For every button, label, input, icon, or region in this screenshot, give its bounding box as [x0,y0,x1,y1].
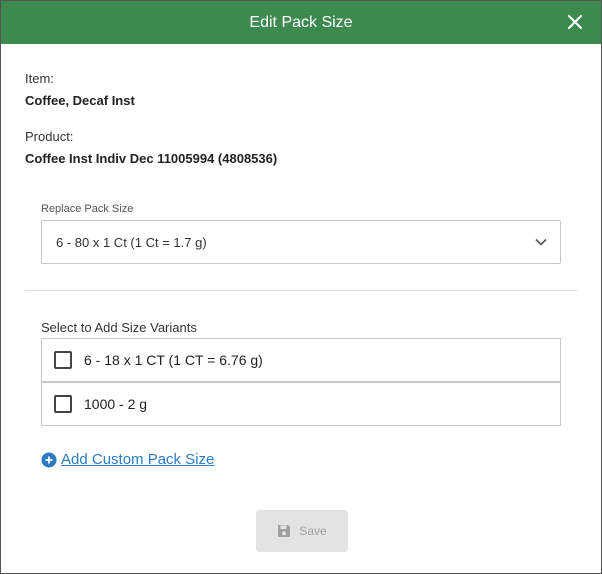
item-value: Coffee, Decaf Inst [25,93,135,108]
item-label: Item: [25,71,54,86]
chevron-down-icon [534,235,548,249]
selected-pack-size: 6 - 80 x 1 Ct (1 Ct = 1.7 g) [56,234,207,250]
replace-pack-size-select[interactable]: 6 - 80 x 1 Ct (1 Ct = 1.7 g) [41,220,561,264]
save-label: Save [299,524,327,538]
add-custom-pack-size-label: Add Custom Pack Size [61,451,215,468]
checkbox[interactable] [54,395,72,413]
plus-circle-icon [41,452,57,468]
product-value: Coffee Inst Indiv Dec 11005994 (4808536) [25,151,278,166]
divider [25,290,577,291]
replace-pack-size-label: Replace Pack Size [41,203,134,215]
modal-title: Edit Pack Size [249,13,353,31]
size-variant-option[interactable]: 1000 - 2 g [41,382,561,426]
size-variant-label: 1000 - 2 g [84,396,148,412]
size-variant-option[interactable]: 6 - 18 x 1 CT (1 CT = 6.76 g) [41,338,561,382]
product-label: Product: [25,129,74,144]
modal-header: Edit Pack Size [1,1,601,44]
close-icon[interactable] [565,12,585,32]
save-button[interactable]: Save [256,510,348,552]
save-icon [277,524,291,538]
size-variant-label: 6 - 18 x 1 CT (1 CT = 6.76 g) [84,352,263,368]
size-variants-label: Select to Add Size Variants [41,320,197,335]
checkbox[interactable] [54,351,72,369]
add-custom-pack-size-link[interactable]: Add Custom Pack Size [41,451,214,468]
edit-pack-size-modal: Edit Pack Size Item: Coffee, Decaf Inst … [0,0,602,574]
